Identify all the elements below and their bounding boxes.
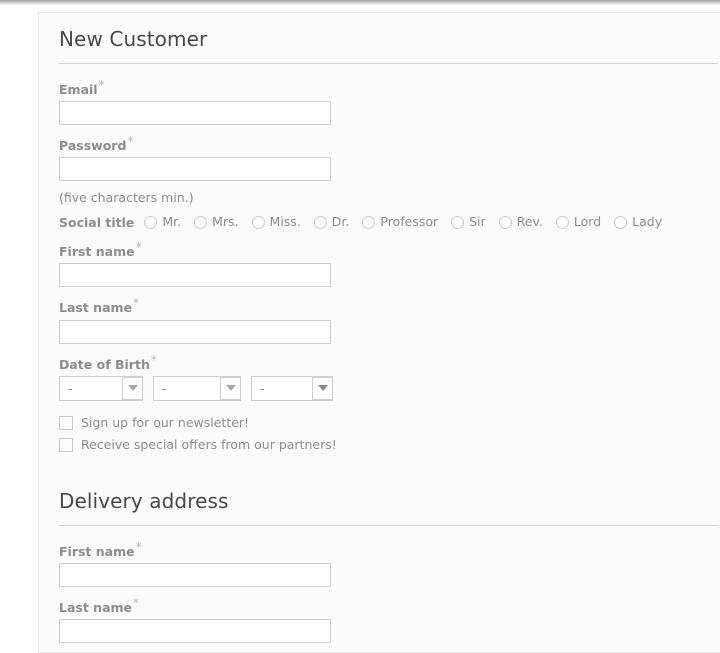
delivery-last-name-required-mark: * [133, 595, 140, 610]
delivery-first-name-label-text: First name [59, 543, 135, 559]
social-title-option-lady[interactable]: Lady [614, 214, 662, 230]
password-label: Password* [59, 134, 718, 153]
social-title-option-label: Rev. [516, 214, 543, 230]
email-input[interactable] [59, 101, 331, 126]
first-name-label-text: First name [59, 244, 135, 260]
date-of-birth-group: Date of Birth* - - - [59, 353, 718, 401]
social-title-label: Social title [59, 214, 135, 230]
partner-offers-checkbox-label: Receive special offers from our partners… [81, 436, 337, 452]
newsletter-checkbox-label: Sign up for our newsletter! [81, 414, 250, 430]
social-title-option-mr[interactable]: Mr. [144, 214, 181, 230]
first-name-input[interactable] [59, 263, 331, 288]
date-of-birth-label-text: Date of Birth [59, 356, 150, 372]
delivery-last-name-field-group: Last name* [59, 596, 718, 644]
window-top-shadow [0, 0, 720, 5]
birth-day-select[interactable]: - [59, 375, 143, 401]
social-title-option-rev[interactable]: Rev. [498, 214, 543, 230]
birth-month-value: - [162, 380, 167, 396]
delivery-first-name-field-group: First name* [59, 540, 718, 587]
radio-icon[interactable] [144, 215, 158, 229]
password-label-text: Password [59, 138, 127, 154]
birth-month-select[interactable]: - [153, 375, 241, 401]
social-title-option-label: Miss. [269, 214, 301, 230]
newsletter-checkbox-row[interactable]: Sign up for our newsletter! [59, 415, 718, 431]
delivery-first-name-required-mark: * [135, 539, 142, 554]
social-title-option-label: Dr. [331, 214, 350, 230]
social-title-option-label: Sir [469, 214, 486, 230]
social-title-option-dr[interactable]: Dr. [313, 214, 350, 230]
social-title-option-professor[interactable]: Professor [362, 214, 438, 230]
date-of-birth-required-mark: * [150, 352, 157, 367]
first-name-label: First name* [59, 240, 718, 259]
radio-icon[interactable] [313, 215, 327, 229]
delivery-last-name-input[interactable] [59, 619, 331, 644]
password-field-group: Password* [59, 134, 718, 182]
last-name-field-group: Last name* [59, 296, 718, 344]
password-input[interactable] [59, 157, 331, 182]
last-name-required-mark: * [133, 296, 140, 311]
social-title-option-label: Mr. [162, 214, 182, 230]
social-title-option-label: Mrs. [212, 214, 239, 230]
social-title-group: Social title Mr. Mrs. Miss. Dr. Professo… [59, 214, 718, 230]
password-hint: (five characters min.) [59, 190, 194, 206]
social-title-option-sir[interactable]: Sir [451, 214, 486, 230]
password-required-mark: * [127, 134, 134, 149]
delivery-address-title: Delivery address [59, 488, 229, 513]
page-title: New Customer [59, 27, 208, 51]
radio-icon[interactable] [362, 215, 376, 229]
social-title-option-lord[interactable]: Lord [555, 214, 602, 230]
social-title-option-label: Professor [380, 214, 439, 230]
last-name-label-text: Last name [59, 300, 133, 316]
social-title-option-miss[interactable]: Miss. [251, 214, 301, 230]
delivery-address-divider [59, 524, 718, 526]
last-name-input[interactable] [59, 319, 331, 344]
birth-year-select[interactable]: - [251, 375, 333, 401]
birth-day-value: - [68, 380, 73, 396]
email-field-group: Email* [59, 78, 718, 126]
email-required-mark: * [98, 78, 105, 92]
delivery-last-name-label-text: Last name [59, 600, 133, 616]
radio-icon[interactable] [555, 215, 569, 229]
radio-icon[interactable] [614, 215, 628, 229]
birth-year-value: - [260, 380, 265, 396]
registration-page-card: New Customer Email* Password* (five char… [38, 12, 720, 653]
first-name-field-group: First name* [59, 240, 718, 288]
delivery-first-name-input[interactable] [59, 562, 331, 587]
delivery-last-name-label: Last name* [59, 596, 718, 615]
radio-icon[interactable] [194, 215, 208, 229]
delivery-first-name-label: First name* [59, 540, 718, 559]
checkbox-icon[interactable] [59, 437, 73, 452]
first-name-required-mark: * [135, 240, 142, 255]
email-label: Email* [59, 78, 718, 97]
partner-offers-checkbox-row[interactable]: Receive special offers from our partners… [59, 437, 718, 453]
radio-icon[interactable] [251, 215, 265, 229]
chevron-down-icon[interactable] [312, 376, 333, 400]
chevron-down-icon[interactable] [220, 376, 241, 400]
date-of-birth-selects: - - - [59, 375, 718, 401]
new-customer-divider [59, 63, 718, 64]
social-title-option-label: Lady [632, 214, 663, 230]
email-label-text: Email [59, 82, 98, 98]
social-title-option-mrs[interactable]: Mrs. [194, 214, 239, 230]
checkbox-icon[interactable] [59, 415, 73, 430]
date-of-birth-label: Date of Birth* [59, 353, 718, 372]
chevron-down-icon[interactable] [122, 376, 143, 400]
radio-icon[interactable] [498, 215, 512, 229]
social-title-option-label: Lord [573, 214, 602, 230]
radio-icon[interactable] [451, 215, 465, 229]
last-name-label: Last name* [59, 296, 718, 315]
